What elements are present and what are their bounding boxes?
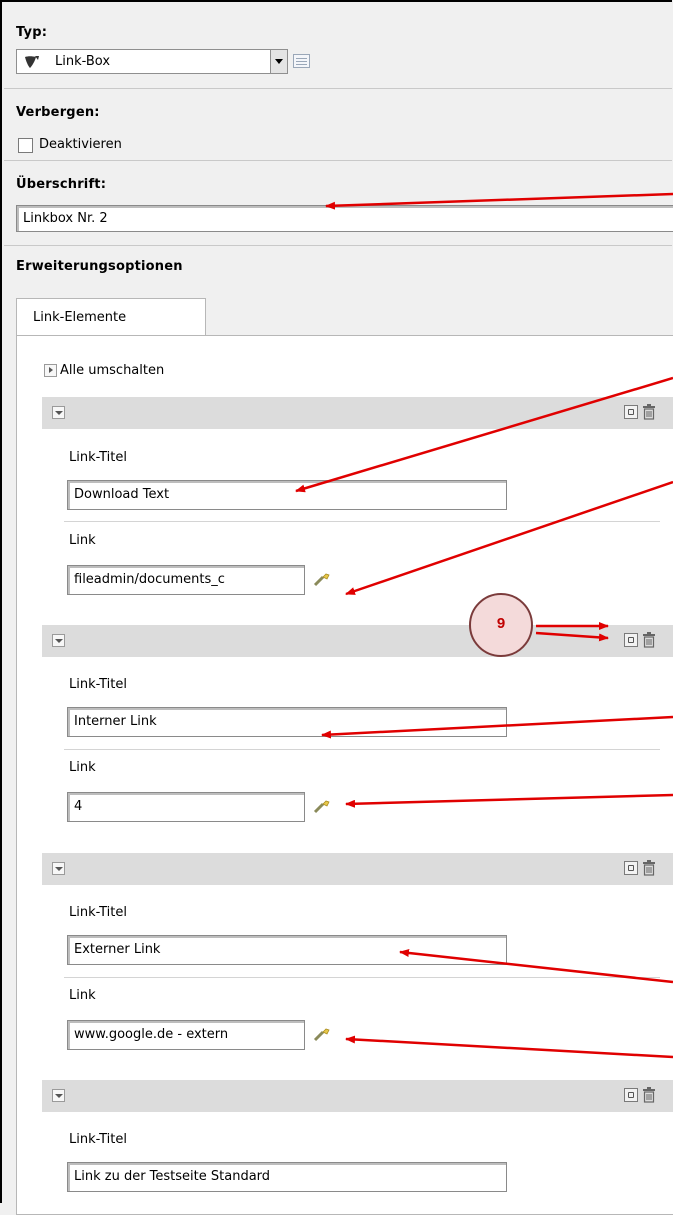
item-header — [42, 625, 673, 657]
divider — [64, 977, 660, 978]
deactivate-checkbox-label: Deaktivieren — [39, 137, 122, 152]
link-label: Link — [69, 760, 96, 775]
link-title-label: Link-Titel — [69, 677, 127, 692]
move-icon[interactable] — [624, 405, 638, 419]
trash-icon[interactable] — [642, 632, 656, 648]
link-title-input[interactable]: Externer Link — [67, 935, 507, 965]
type-select-value: Link-Box — [55, 54, 111, 69]
edit-list-icon[interactable] — [293, 54, 310, 68]
collapse-icon[interactable] — [52, 1089, 65, 1102]
link-title-input[interactable]: Interner Link — [67, 707, 507, 737]
link-title-label: Link-Titel — [69, 905, 127, 920]
move-icon[interactable] — [624, 1088, 638, 1102]
toggle-all-label: Alle umschalten — [60, 363, 165, 378]
link-input[interactable]: fileadmin/documents_c — [67, 565, 305, 595]
deactivate-checkbox[interactable] — [18, 138, 33, 153]
hide-label: Verbergen: — [16, 105, 100, 120]
link-title-label: Link-Titel — [69, 450, 127, 465]
separator — [4, 160, 672, 161]
collapse-icon[interactable] — [52, 634, 65, 647]
divider — [64, 749, 660, 750]
separator — [4, 88, 672, 89]
link-title-input[interactable]: Link zu der Testseite Standard — [67, 1162, 507, 1192]
wizard-wand-icon[interactable] — [313, 798, 331, 814]
tab-link-elements[interactable]: Link-Elemente — [16, 298, 206, 336]
link-input[interactable]: www.google.de - extern — [67, 1020, 305, 1050]
type-label: Typ: — [16, 25, 48, 40]
separator — [4, 245, 672, 246]
wizard-wand-icon[interactable] — [313, 571, 331, 587]
divider — [64, 521, 660, 522]
type-select[interactable]: Link-Box — [16, 49, 288, 74]
toggle-all[interactable]: Alle umschalten — [44, 363, 164, 378]
trash-icon[interactable] — [642, 860, 656, 876]
move-icon[interactable] — [624, 633, 638, 647]
wizard-wand-icon[interactable] — [313, 1026, 331, 1042]
callout-number-badge: 9 — [469, 593, 533, 657]
extension-options-label: Erweiterungsoptionen — [16, 259, 183, 274]
heading-label: Überschrift: — [16, 177, 107, 192]
item-header — [42, 853, 673, 885]
item-header — [42, 397, 673, 429]
collapse-icon[interactable] — [52, 406, 65, 419]
typo3-logo-icon — [25, 56, 39, 68]
heading-input[interactable]: Linkbox Nr. 2 — [16, 205, 673, 232]
expand-icon[interactable] — [44, 364, 57, 377]
link-title-label: Link-Titel — [69, 1132, 127, 1147]
move-icon[interactable] — [624, 861, 638, 875]
link-label: Link — [69, 988, 96, 1003]
trash-icon[interactable] — [642, 1087, 656, 1103]
item-header — [42, 1080, 673, 1112]
chevron-down-icon[interactable] — [270, 50, 287, 73]
link-input[interactable]: 4 — [67, 792, 305, 822]
link-label: Link — [69, 533, 96, 548]
collapse-icon[interactable] — [52, 862, 65, 875]
link-title-input[interactable]: Download Text — [67, 480, 507, 510]
content-element-form: Typ: Link-Box Verbergen: Deaktivieren Üb… — [0, 0, 673, 1215]
trash-icon[interactable] — [642, 404, 656, 420]
